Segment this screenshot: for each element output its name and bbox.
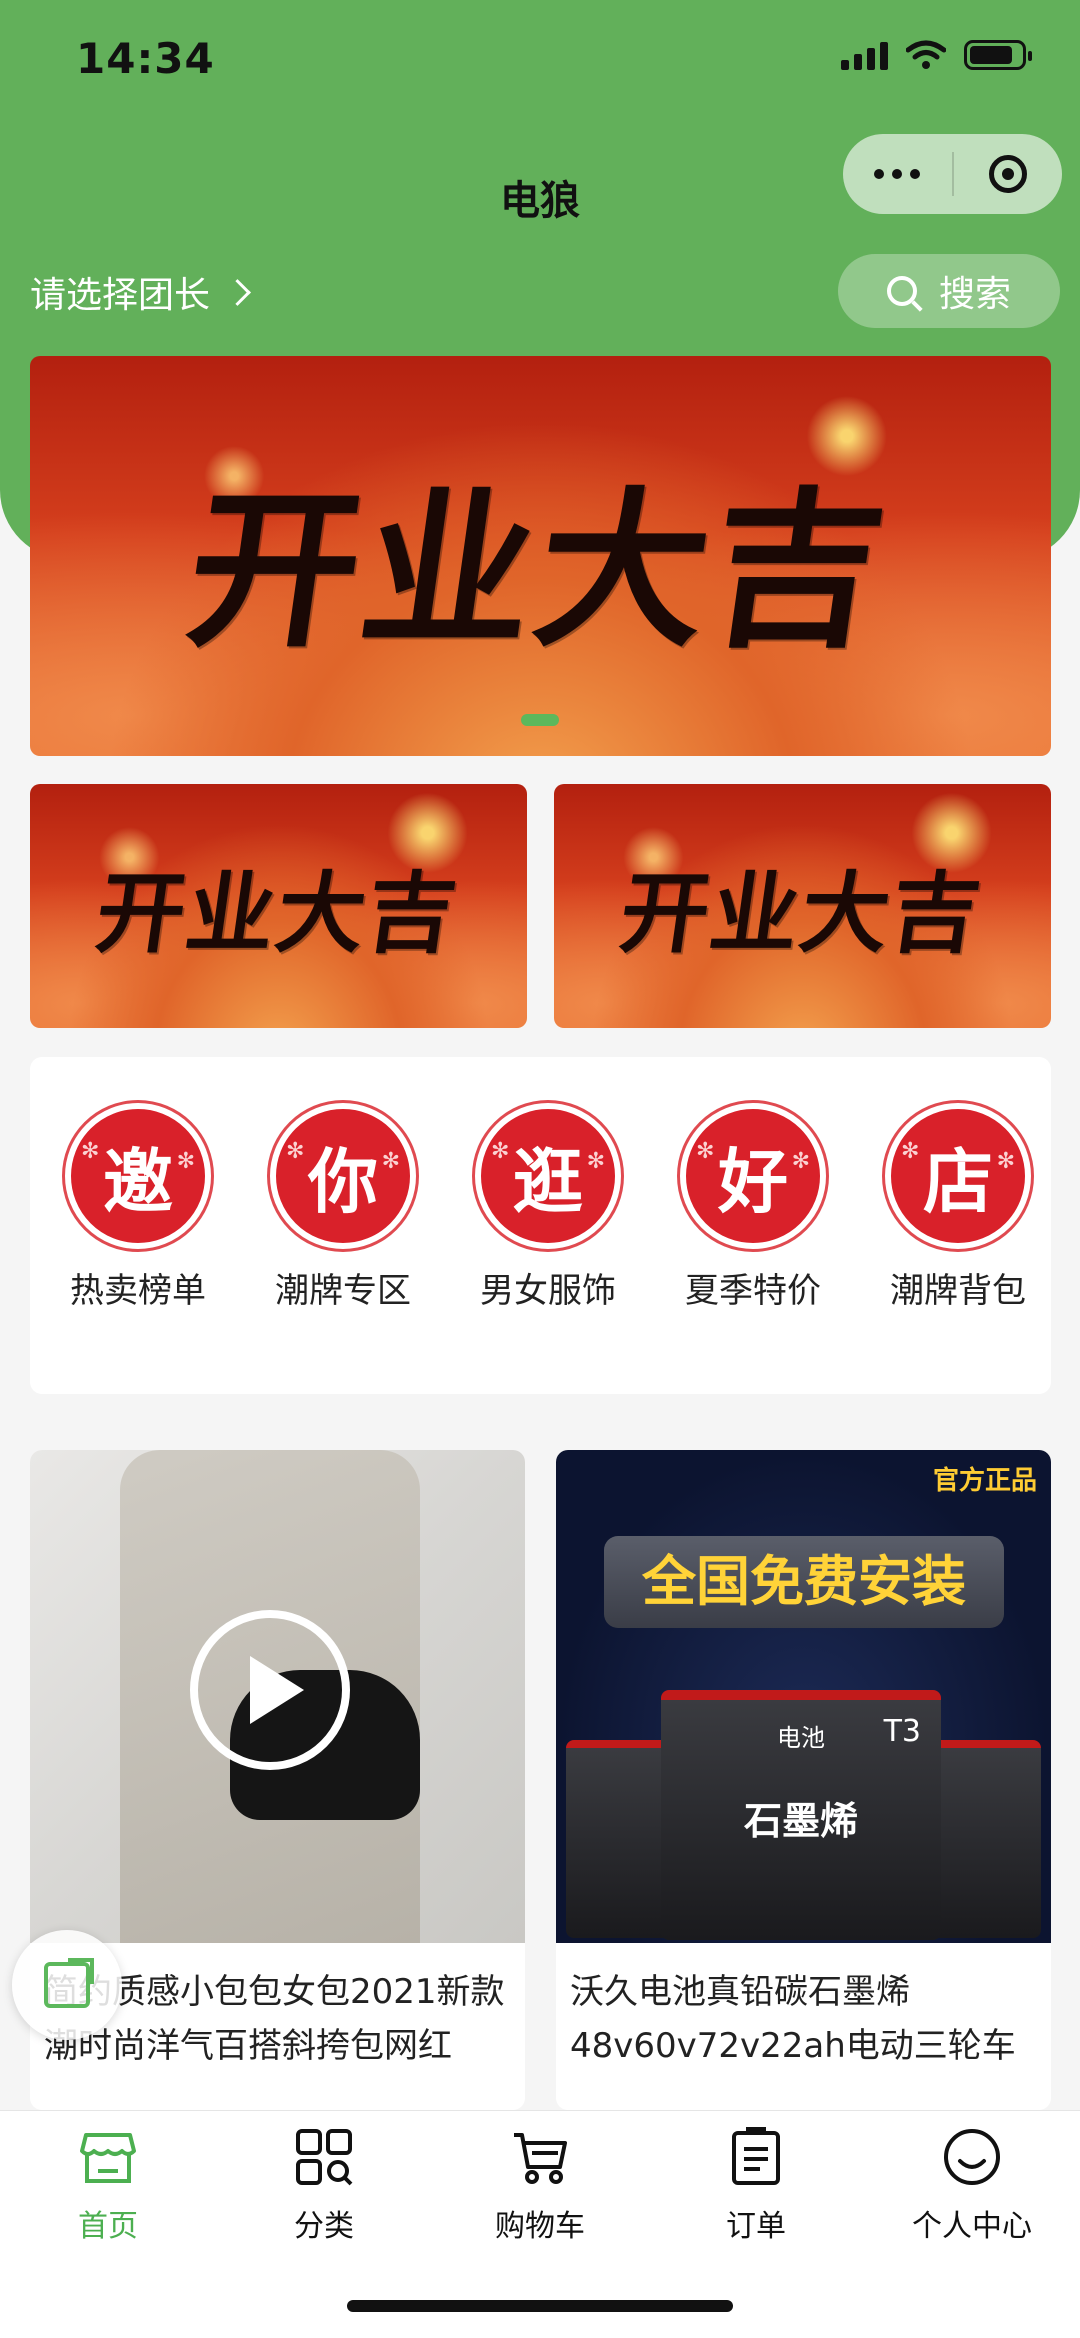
product-image: 官方正品 全国免费安装 电池 T3 石墨烯 [556, 1450, 1051, 1943]
category-item-summer-sale[interactable]: ✻ ✻ 好 夏季特价 [673, 1103, 833, 1312]
more-dots-icon [874, 169, 921, 179]
select-leader-button[interactable]: 请选择团长 [30, 266, 251, 318]
share-button[interactable] [12, 1930, 122, 2040]
chevron-right-icon [224, 278, 251, 306]
status-icons [841, 40, 1032, 70]
battery-icon [964, 40, 1032, 70]
sub-banner-left-text: 开业大吉 [90, 860, 465, 965]
search-button[interactable]: 搜索 [838, 254, 1060, 328]
category-badge-icon: ✻ ✻ 好 [680, 1103, 826, 1249]
target-icon [988, 155, 1027, 193]
sub-banner-right-text: 开业大吉 [614, 860, 989, 965]
status-time: 14:34 [76, 34, 215, 83]
store-icon [80, 2133, 136, 2183]
category-grid-icon [296, 2129, 353, 2186]
home-indicator [347, 2300, 733, 2312]
category-item-backpacks[interactable]: ✻ ✻ 店 潮牌背包 [878, 1103, 1038, 1312]
category-label: 热卖榜单 [70, 1271, 206, 1311]
category-badge-icon: ✻ ✻ 你 [270, 1103, 416, 1249]
tab-label: 个人中心 [912, 2209, 1032, 2244]
search-label: 搜索 [938, 274, 1011, 315]
play-icon[interactable] [190, 1610, 350, 1770]
product-title: 沃久电池真铅碳石墨烯48v60v72v22ah电动三轮车 [570, 1972, 1016, 2066]
miniprogram-capsule [843, 134, 1062, 214]
close-miniprogram-button[interactable] [954, 134, 1063, 214]
category-badge-icon: ✻ ✻ 逛 [475, 1103, 621, 1249]
banner-pager-dot [521, 714, 559, 726]
category-item-trend-brands[interactable]: ✻ ✻ 你 潮牌专区 [263, 1103, 423, 1312]
category-label: 潮牌专区 [275, 1271, 411, 1311]
tab-label: 订单 [726, 2209, 786, 2244]
share-icon [44, 1958, 94, 2008]
more-menu-button[interactable] [843, 134, 952, 214]
category-label: 男女服饰 [480, 1271, 616, 1311]
official-badge: 官方正品 [932, 1466, 1037, 1496]
main-banner-text: 开业大吉 [176, 471, 901, 671]
sub-banner-left[interactable]: 开业大吉 [30, 784, 527, 1028]
product-video-thumbnail [30, 1450, 525, 1943]
main-banner[interactable]: 开业大吉 [30, 356, 1051, 756]
promo-banner: 全国免费安装 [604, 1536, 1004, 1628]
order-list-icon [732, 2127, 780, 2185]
tab-label: 购物车 [495, 2209, 585, 2244]
cellular-signal-icon [841, 40, 888, 70]
tab-cart[interactable]: 购物车 [432, 2127, 648, 2245]
category-item-apparel[interactable]: ✻ ✻ 逛 男女服饰 [468, 1103, 628, 1312]
category-item-hot-ranking[interactable]: ✻ ✻ 邀 热卖榜单 [58, 1103, 218, 1312]
category-label: 夏季特价 [685, 1271, 821, 1311]
category-badge-icon: ✻ ✻ 店 [885, 1103, 1031, 1249]
wifi-icon [906, 40, 946, 69]
search-icon [886, 276, 917, 306]
category-badge-icon: ✻ ✻ 邀 [65, 1103, 211, 1249]
tab-profile[interactable]: 个人中心 [864, 2127, 1080, 2245]
tab-category[interactable]: 分类 [216, 2127, 432, 2245]
tab-label: 首页 [78, 2209, 138, 2244]
tab-orders[interactable]: 订单 [648, 2127, 864, 2245]
sub-banner-right[interactable]: 开业大吉 [554, 784, 1051, 1028]
battery-product-art: 电池 T3 石墨烯 [661, 1690, 941, 1940]
category-label: 潮牌背包 [890, 1271, 1026, 1311]
tab-label: 分类 [294, 2209, 354, 2244]
cart-icon [514, 2133, 567, 2184]
category-card: ✻ ✻ 邀 热卖榜单 ✻ ✻ 你 潮牌专区 ✻ ✻ 逛 男女服饰 ✻ ✻ 好 夏季特价 … [30, 1057, 1051, 1394]
select-leader-label: 请选择团长 [30, 275, 211, 316]
profile-smile-icon [944, 2129, 1000, 2185]
tab-home[interactable]: 首页 [0, 2127, 216, 2245]
product-card[interactable]: 官方正品 全国免费安装 电池 T3 石墨烯 沃久电池真铅碳石墨烯48v60v72… [556, 1450, 1051, 2110]
